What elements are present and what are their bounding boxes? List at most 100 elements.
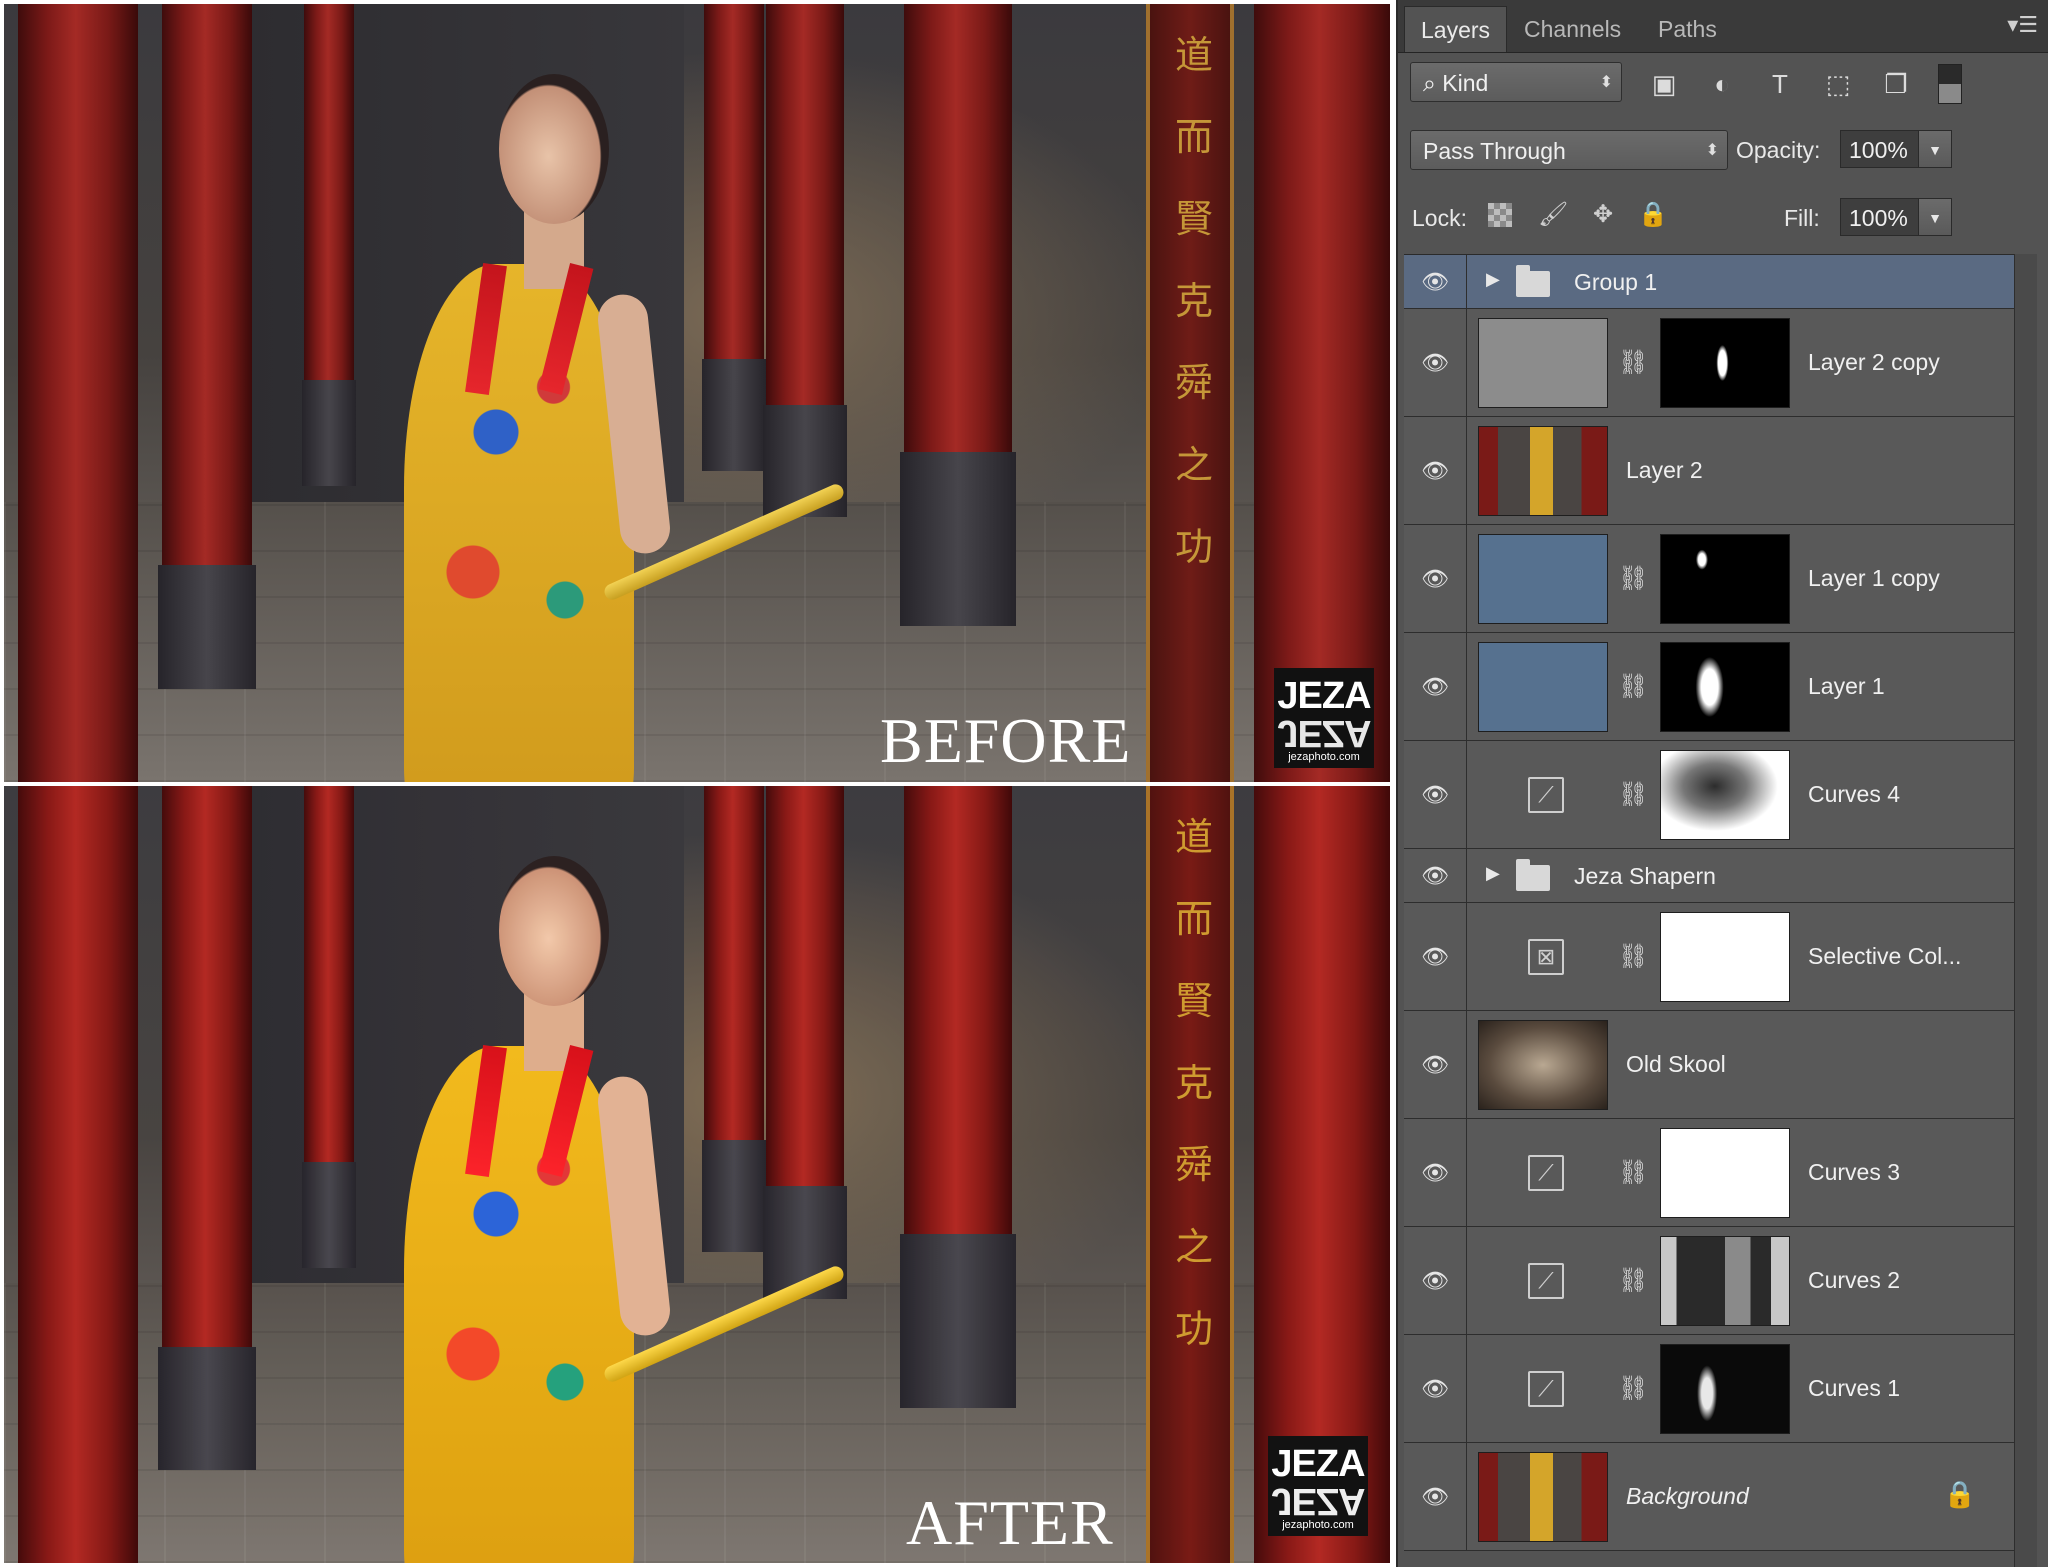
layer-name: Layer 1 — [1808, 673, 1885, 699]
pillar — [302, 786, 356, 1268]
fill-label: Fill: — [1784, 205, 1820, 231]
layer-mask-thumbnail — [1660, 642, 1790, 732]
layer-mask-thumbnail — [1660, 750, 1790, 840]
layer-name: Layer 2 — [1626, 457, 1703, 483]
shape-filter-icon[interactable]: ⬚ — [1822, 68, 1854, 100]
layer-name: Jeza Shapern — [1574, 863, 1716, 889]
eye-icon[interactable]: 👁 — [1420, 1160, 1450, 1185]
expand-triangle-icon[interactable]: ▶ — [1486, 269, 1500, 290]
layer-thumbnail — [1478, 426, 1608, 516]
before-photo: 道 而 賢 克 舜 之 功 BEFORE JEZA JEZA jezaphoto… — [4, 4, 1390, 782]
lock-position-icon[interactable]: ✥ — [1588, 200, 1618, 230]
layer-mask-thumbnail — [1660, 318, 1790, 408]
fill-dropdown-button[interactable]: ▼ — [1918, 198, 1952, 236]
after-caption: AFTER — [906, 1487, 1114, 1558]
eye-icon[interactable]: 👁 — [1420, 944, 1450, 969]
tab-layers[interactable]: Layers — [1404, 6, 1508, 52]
tab-channels[interactable]: Channels — [1508, 6, 1637, 52]
opacity-dropdown-button[interactable]: ▼ — [1918, 130, 1952, 168]
before-caption: BEFORE — [880, 705, 1132, 776]
eye-icon[interactable]: 👁 — [1420, 863, 1450, 888]
layers-panel: Layers Channels Paths ▾☰ ⌕ Kind ⬍ ▣ ◐ T … — [1396, 0, 2048, 1567]
eye-icon[interactable]: 👁 — [1420, 566, 1450, 591]
model-head — [499, 74, 609, 224]
fill-field[interactable]: 100% — [1840, 198, 1920, 236]
adjustment-filter-icon[interactable]: ◐ — [1706, 68, 1738, 100]
layer-name: Layer 2 copy — [1808, 349, 1940, 375]
layer-mask-thumbnail — [1660, 1128, 1790, 1218]
layer-mask-thumbnail — [1660, 912, 1790, 1002]
chain-link-icon[interactable]: ⛓ — [1618, 1261, 1648, 1301]
pillar — [158, 786, 256, 1470]
chain-link-icon[interactable]: ⛓ — [1618, 667, 1648, 707]
kind-filter-dropdown[interactable]: ⌕ Kind ⬍ — [1410, 62, 1622, 102]
layer-row-background[interactable]: 👁 Background 🔒 — [1404, 1443, 2026, 1551]
pillar — [701, 786, 767, 1253]
smart-object-filter-icon[interactable]: ❐ — [1880, 68, 1912, 100]
curves-icon: ⟋ — [1528, 1371, 1564, 1407]
pillar — [701, 4, 767, 471]
layer-row-curves-2[interactable]: 👁 ⟋ ⛓ Curves 2 — [1404, 1227, 2026, 1335]
eye-icon[interactable]: 👁 — [1420, 674, 1450, 699]
model-head — [499, 856, 609, 1006]
image-filter-icon[interactable]: ▣ — [1648, 68, 1680, 100]
eye-icon[interactable]: 👁 — [1420, 1484, 1450, 1509]
pillar — [899, 786, 1017, 1408]
layer-name: Curves 1 — [1808, 1375, 1901, 1401]
layer-name: Selective Col... — [1808, 943, 1962, 969]
layer-name: Curves 4 — [1808, 781, 1901, 807]
type-filter-icon[interactable]: T — [1764, 68, 1796, 100]
lock-image-icon[interactable]: 🖌 — [1538, 200, 1568, 230]
layer-thumbnail — [1478, 1452, 1608, 1542]
layer-name: Curves 3 — [1808, 1159, 1901, 1185]
chain-link-icon[interactable]: ⛓ — [1618, 1369, 1648, 1409]
eye-icon[interactable]: 👁 — [1420, 1376, 1450, 1401]
expand-triangle-icon[interactable]: ▶ — [1486, 863, 1500, 884]
jeza-logo: JEZA JEZA jezaphoto.com — [1274, 668, 1374, 768]
layer-row-selective-color[interactable]: 👁 ⊠ ⛓ Selective Col... — [1404, 903, 2026, 1011]
layer-name: Background — [1626, 1483, 1749, 1509]
opacity-field[interactable]: 100% — [1840, 130, 1920, 168]
layer-row-jeza-shapern[interactable]: 👁 ▶ Jeza Shapern — [1404, 849, 2026, 903]
tab-paths[interactable]: Paths — [1642, 6, 1733, 52]
chain-link-icon[interactable]: ⛓ — [1618, 775, 1648, 815]
chain-link-icon[interactable]: ⛓ — [1618, 1153, 1648, 1193]
eye-icon[interactable]: 👁 — [1420, 782, 1450, 807]
layer-thumbnail — [1478, 534, 1608, 624]
layer-row-curves-4[interactable]: 👁 ⟋ ⛓ Curves 4 — [1404, 741, 2026, 849]
pillar — [1254, 4, 1390, 782]
eye-icon[interactable]: 👁 — [1420, 458, 1450, 483]
lock-transparent-icon[interactable] — [1488, 203, 1512, 227]
layer-mask-thumbnail — [1660, 1236, 1790, 1326]
lock-all-icon[interactable]: 🔒 — [1638, 200, 1668, 230]
layer-name: Group 1 — [1574, 269, 1658, 295]
layer-row-curves-3[interactable]: 👁 ⟋ ⛓ Curves 3 — [1404, 1119, 2026, 1227]
model-figure — [384, 34, 847, 782]
layer-row-group-1[interactable]: 👁 ▶ Group 1 — [1404, 255, 2026, 309]
lock-label: Lock: — [1412, 205, 1467, 231]
pillar — [762, 786, 848, 1299]
layer-row-old-skool[interactable]: 👁 Old Skool — [1404, 1011, 2026, 1119]
eye-icon[interactable]: 👁 — [1420, 269, 1450, 294]
layers-scrollbar[interactable] — [2014, 254, 2037, 1567]
panel-menu-icon[interactable]: ▾☰ — [2007, 12, 2038, 38]
filter-toggle-icon[interactable] — [1938, 64, 1962, 104]
blend-mode-dropdown[interactable]: Pass Through ⬍ — [1410, 130, 1728, 170]
chain-link-icon[interactable]: ⛓ — [1618, 343, 1648, 383]
after-photo: 道 而 賢 克 舜 之 功 AFTER JEZA JEZA jezaphoto.… — [4, 786, 1390, 1563]
chain-link-icon[interactable]: ⛓ — [1618, 937, 1648, 977]
eye-icon[interactable]: 👁 — [1420, 1052, 1450, 1077]
eye-icon[interactable]: 👁 — [1420, 350, 1450, 375]
chain-link-icon[interactable]: ⛓ — [1618, 559, 1648, 599]
opacity-label: Opacity: — [1736, 137, 1821, 163]
layer-name: Layer 1 copy — [1808, 565, 1940, 591]
layer-row-layer-1[interactable]: 👁 ⛓ Layer 1 — [1404, 633, 2026, 741]
eye-icon[interactable]: 👁 — [1420, 1268, 1450, 1293]
curves-icon: ⟋ — [1528, 1155, 1564, 1191]
layer-row-curves-1[interactable]: 👁 ⟋ ⛓ Curves 1 — [1404, 1335, 2026, 1443]
model-figure — [384, 816, 847, 1563]
layer-mask-thumbnail — [1660, 1344, 1790, 1434]
layer-row-layer-2[interactable]: 👁 Layer 2 — [1404, 417, 2026, 525]
layer-row-layer-1-copy[interactable]: 👁 ⛓ Layer 1 copy — [1404, 525, 2026, 633]
layer-row-layer-2-copy[interactable]: 👁 ⛓ Layer 2 copy — [1404, 309, 2026, 417]
